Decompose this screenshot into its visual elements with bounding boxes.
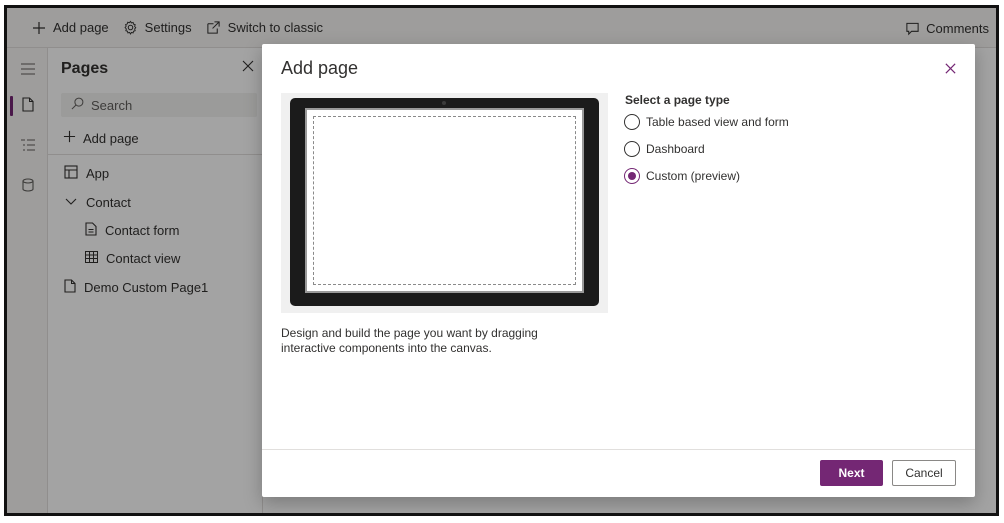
radio-option-label: Dashboard bbox=[646, 142, 705, 156]
add-page-dialog: Add page Design and build the page you w… bbox=[262, 44, 975, 497]
radio-option-dashboard[interactable]: Dashboard bbox=[624, 141, 705, 157]
tablet-illustration bbox=[290, 98, 599, 306]
radio-option-label: Table based view and form bbox=[646, 115, 789, 129]
app-window: Add page Settings Switch to classic Comm… bbox=[4, 5, 999, 516]
next-button[interactable]: Next bbox=[820, 460, 883, 486]
page-type-label: Select a page type bbox=[625, 93, 730, 107]
page-type-preview bbox=[281, 93, 608, 313]
canvas-placeholder bbox=[313, 116, 576, 285]
radio-option-table[interactable]: Table based view and form bbox=[624, 114, 789, 130]
page-type-description: Design and build the page you want by dr… bbox=[281, 326, 538, 355]
radio-button-selected[interactable] bbox=[624, 168, 640, 184]
tablet-camera bbox=[442, 101, 446, 105]
dialog-close-button[interactable] bbox=[944, 62, 958, 76]
radio-option-custom[interactable]: Custom (preview) bbox=[624, 168, 740, 184]
close-icon bbox=[944, 63, 957, 78]
cancel-button[interactable]: Cancel bbox=[892, 460, 956, 486]
dialog-footer-divider bbox=[262, 449, 975, 450]
radio-button[interactable] bbox=[624, 141, 640, 157]
radio-button[interactable] bbox=[624, 114, 640, 130]
radio-option-label: Custom (preview) bbox=[646, 169, 741, 183]
dialog-title: Add page bbox=[281, 58, 359, 78]
tablet-screen bbox=[305, 108, 584, 293]
